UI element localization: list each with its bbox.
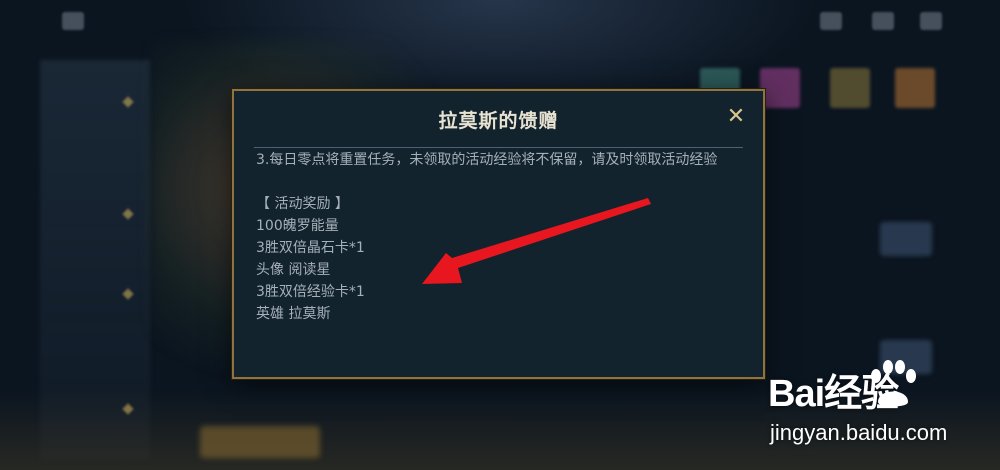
reward-thumbnail bbox=[760, 68, 800, 108]
reward-dialog: 拉莫斯的馈赠 ✕ 3.每日零点将重置任务，未领取的活动经验将不保留，请及时领取活… bbox=[232, 89, 765, 379]
back-icon bbox=[62, 12, 84, 30]
reward-header: 【 活动奖励 】 bbox=[256, 196, 349, 212]
reward-item: 3胜双倍晶石卡*1 bbox=[256, 240, 365, 256]
top-icon bbox=[872, 12, 894, 30]
dialog-title: 拉莫斯的馈赠 bbox=[438, 110, 559, 132]
reward-item: 3胜双倍经验卡*1 bbox=[256, 284, 365, 300]
background-button bbox=[200, 426, 320, 458]
top-icon bbox=[920, 12, 942, 30]
reward-thumbnail bbox=[830, 68, 870, 108]
paw-icon bbox=[871, 360, 916, 407]
rule-text: 3.每日零点将重置任务，未领取的活动经验将不保留，请及时领取活动经验 bbox=[256, 152, 718, 168]
reward-item: 100魄罗能量 bbox=[256, 218, 339, 234]
dialog-content: 3.每日零点将重置任务，未领取的活动经验将不保留，请及时领取活动经验 【 活动奖… bbox=[256, 149, 749, 367]
title-divider bbox=[254, 147, 743, 148]
watermark: Bai经验 jingyan.baidu.com bbox=[768, 360, 988, 462]
reward-item: 头像 阅读星 bbox=[256, 262, 331, 278]
reward-item: 英雄 拉莫斯 bbox=[256, 306, 331, 322]
close-button[interactable]: ✕ bbox=[725, 106, 747, 128]
reward-thumbnail bbox=[895, 68, 935, 108]
background-tab bbox=[880, 222, 932, 256]
watermark-url: jingyan.baidu.com bbox=[770, 420, 948, 445]
top-icon bbox=[820, 12, 842, 30]
